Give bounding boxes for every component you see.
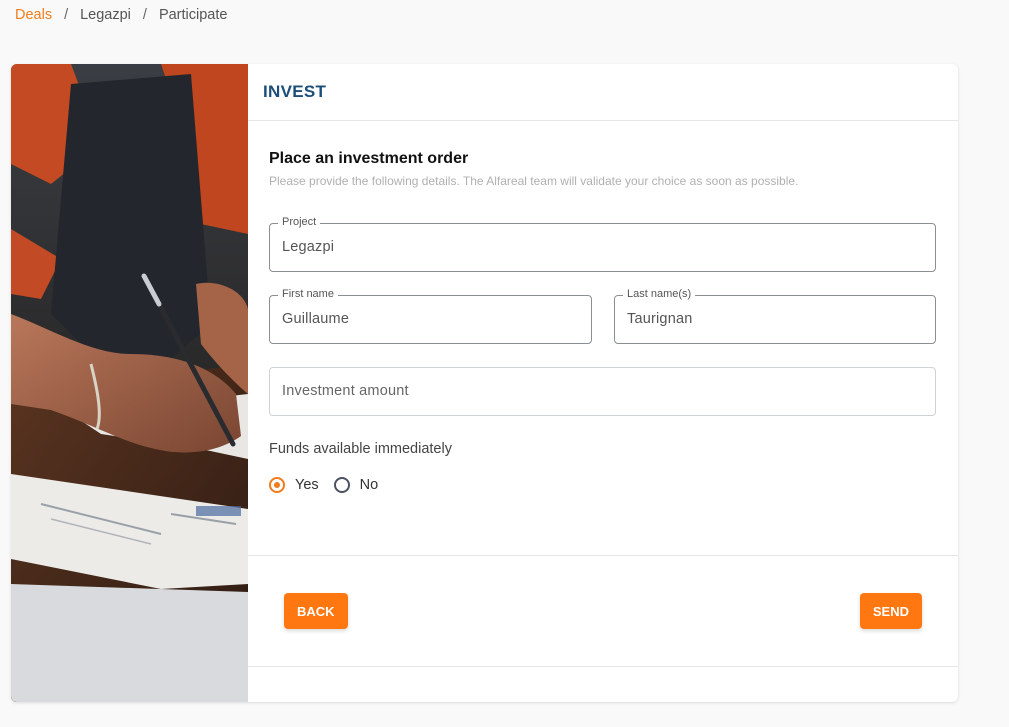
last-name-value: Taurignan bbox=[627, 311, 693, 327]
project-field[interactable]: Project Legazpi bbox=[269, 216, 936, 272]
project-label: Project bbox=[278, 216, 321, 228]
send-button[interactable]: SEND bbox=[859, 593, 922, 629]
invest-card: INVEST Place an investment order Please … bbox=[11, 64, 958, 702]
last-name-label: Last name(s) bbox=[623, 288, 696, 300]
first-name-label: First name bbox=[278, 288, 338, 300]
funds-yes-radio[interactable]: Yes bbox=[269, 477, 319, 493]
breadcrumb-legazpi: Legazpi bbox=[80, 7, 131, 23]
project-value: Legazpi bbox=[282, 239, 335, 255]
breadcrumb: Deals / Legazpi / Participate bbox=[15, 7, 227, 23]
funds-available-radio-group: Yes No bbox=[269, 477, 393, 493]
form-title: Place an investment order bbox=[269, 150, 469, 167]
radio-unchecked-icon bbox=[333, 477, 350, 493]
form-subtitle: Please provide the following details. Th… bbox=[269, 174, 799, 188]
funds-available-label: Funds available immediately bbox=[269, 441, 452, 457]
breadcrumb-deals-link[interactable]: Deals bbox=[15, 7, 52, 23]
form-actions: BACK SEND bbox=[248, 555, 958, 667]
first-name-field[interactable]: First name Guillaume bbox=[269, 288, 592, 344]
investment-amount-field[interactable]: Investment amount bbox=[269, 367, 936, 416]
funds-no-radio[interactable]: No bbox=[333, 477, 379, 493]
panel-title: INVEST bbox=[263, 82, 327, 101]
breadcrumb-participate: Participate bbox=[158, 7, 228, 23]
invest-panel: INVEST Place an investment order Please … bbox=[248, 64, 958, 702]
back-button[interactable]: BACK bbox=[284, 593, 348, 629]
investment-amount-placeholder: Investment amount bbox=[282, 383, 409, 399]
radio-checked-icon bbox=[269, 477, 285, 493]
form-heading: Place an investment order Please provide… bbox=[269, 150, 936, 188]
first-name-value: Guillaume bbox=[282, 311, 350, 327]
last-name-field[interactable]: Last name(s) Taurignan bbox=[614, 288, 936, 344]
breadcrumb-separator: / bbox=[142, 7, 147, 23]
funds-no-label: No bbox=[359, 477, 379, 493]
funds-yes-label: Yes bbox=[295, 477, 319, 493]
breadcrumb-separator: / bbox=[64, 7, 69, 23]
panel-header: INVEST bbox=[248, 64, 958, 121]
signing-document-photo bbox=[11, 64, 248, 702]
